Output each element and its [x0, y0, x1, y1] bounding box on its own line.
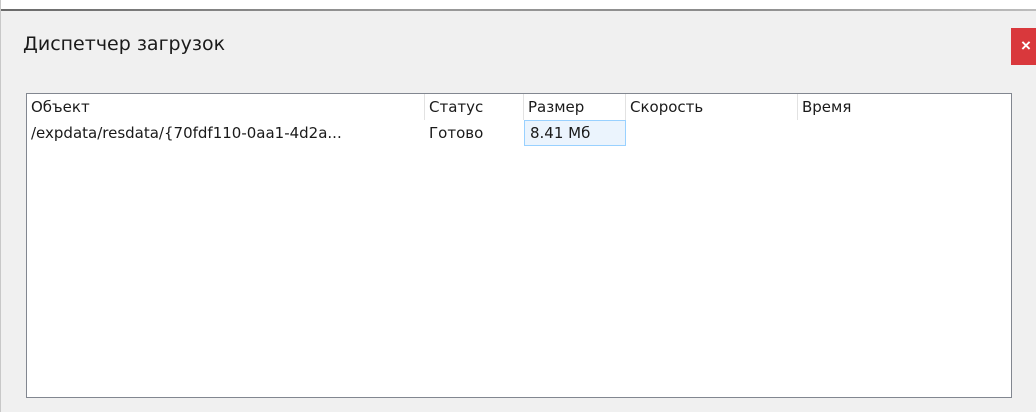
column-header-speed[interactable]: Скорость: [626, 94, 798, 120]
column-header-time[interactable]: Время: [798, 94, 1011, 120]
column-header-object[interactable]: Объект: [27, 94, 425, 120]
cell-speed: [626, 120, 798, 146]
list-header: Объект Статус Размер Скорость Время: [27, 94, 1011, 120]
window-top-edge: [1, 0, 1036, 11]
column-header-status[interactable]: Статус: [425, 94, 524, 120]
top-divider: [1, 9, 1036, 11]
downloads-list[interactable]: Объект Статус Размер Скорость Время /exp…: [26, 93, 1012, 398]
cell-size: 8.41 Мб: [524, 120, 626, 146]
window-title: Диспетчер загрузок: [23, 33, 226, 55]
close-icon: ×: [1021, 36, 1031, 55]
table-row[interactable]: /expdata/resdata/{70fdf110-0aa1-4d2a... …: [27, 120, 1011, 146]
column-header-size[interactable]: Размер: [524, 94, 626, 120]
download-manager-window: Диспетчер загрузок × Объект Статус Разме…: [0, 0, 1036, 412]
cell-status: Готово: [429, 124, 484, 142]
cell-time: [798, 120, 1011, 146]
cell-object: /expdata/resdata/{70fdf110-0aa1-4d2a...: [31, 124, 342, 142]
close-button[interactable]: ×: [1011, 28, 1036, 65]
